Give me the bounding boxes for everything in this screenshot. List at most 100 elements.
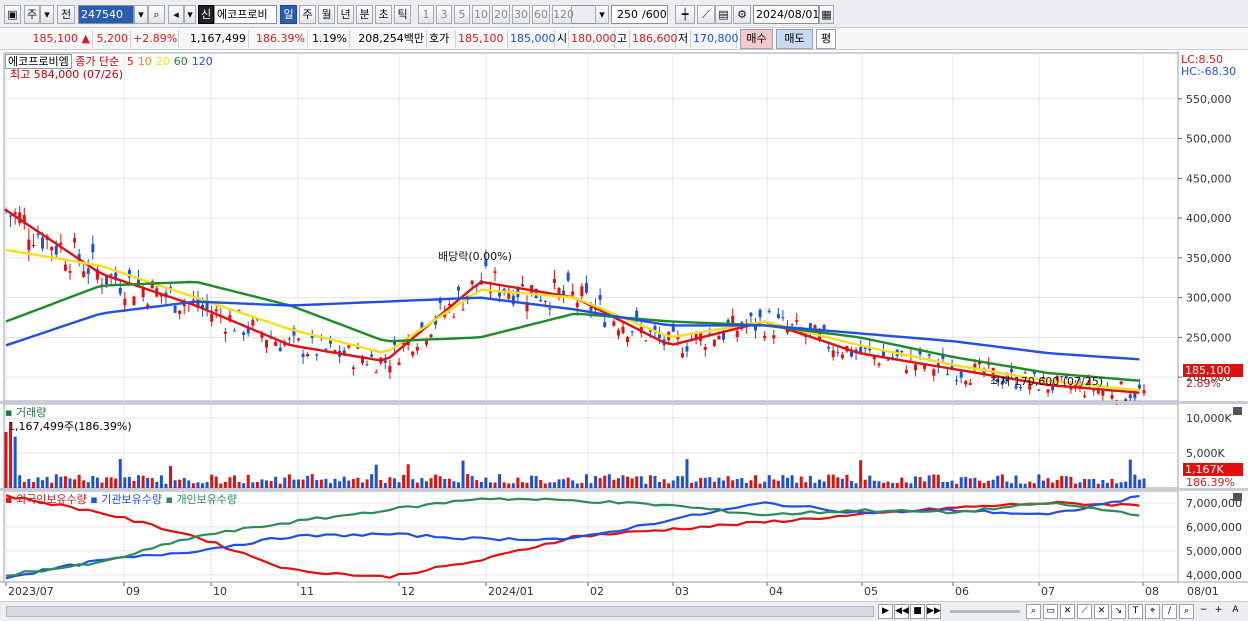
plus-icon[interactable]: + [1211, 604, 1226, 619]
candle-body [1092, 390, 1096, 392]
text-tool-icon[interactable]: T [1128, 604, 1143, 619]
interval-tab-20[interactable]: 20 [492, 5, 510, 24]
scroll-right-icon[interactable]: ▶ [878, 604, 893, 619]
chart-type-icon[interactable]: ⟋ [697, 5, 715, 24]
sell-button[interactable]: 매도 [776, 29, 813, 49]
x-tick-label: 10 [213, 585, 227, 598]
interval-tab-3[interactable]: 3 [436, 5, 452, 24]
volume-bar [466, 474, 470, 488]
period-tab-3[interactable]: 년 [337, 5, 354, 24]
gear-icon[interactable]: ⚙ [733, 5, 751, 24]
search-icon[interactable]: ⌕ [148, 5, 165, 24]
interval-tab-10[interactable]: 10 [472, 5, 490, 24]
candle-body [452, 316, 456, 318]
speaker-icon[interactable]: ◂ [168, 5, 184, 24]
volume-bar [296, 479, 300, 488]
buy-button[interactable]: 매수 [740, 29, 773, 49]
erase-icon[interactable]: ✕ [1094, 604, 1109, 619]
volume-bar [41, 480, 45, 488]
stop-icon[interactable]: ■ [910, 604, 925, 619]
period-tab-1[interactable]: 주 [299, 5, 316, 24]
candle-body [91, 244, 95, 253]
interval-tab-1[interactable]: 1 [418, 5, 434, 24]
period-tab-2[interactable]: 월 [318, 5, 335, 24]
zoom-icon[interactable]: ⌕ [1026, 604, 1041, 619]
volume-bar [488, 482, 492, 488]
volume-bar [845, 474, 849, 488]
volume-bar [328, 483, 332, 488]
volume-bar [415, 482, 419, 488]
volume-bar [196, 482, 200, 488]
volume-bar [827, 474, 831, 488]
font-size-icon[interactable]: A [1228, 604, 1243, 619]
interval-tab-60[interactable]: 60 [532, 5, 550, 24]
volume-bar [763, 481, 767, 488]
volume-bar [1073, 483, 1077, 488]
layout-icon[interactable]: ▣ [4, 5, 21, 24]
date-input[interactable]: 2024/08/01 [753, 5, 819, 24]
draw-icon[interactable]: ⟋ [1077, 604, 1092, 619]
minus-icon[interactable]: − [1196, 604, 1211, 619]
save-icon[interactable]: ▤ [715, 5, 732, 24]
candle-body [296, 338, 300, 341]
candle-icon[interactable]: ┿ [675, 5, 695, 24]
candle-body [827, 346, 831, 349]
speaker-dropdown-icon[interactable]: ▾ [184, 5, 196, 24]
volume-bar [690, 482, 694, 488]
volume-bar [648, 475, 652, 488]
candle-body [566, 272, 570, 281]
window-icon[interactable]: ▭ [1043, 604, 1058, 619]
volume-bar [776, 480, 780, 488]
interval-tab-30[interactable]: 30 [512, 5, 530, 24]
chart-navigation-bar: ▶ ◀◀ ■ ▶▶ ⌕ ▭ ✕ ⟋ ✕ ↘ T ⌖ / ⌕ − + A [0, 601, 1248, 621]
volume-bar [1032, 483, 1036, 488]
cross-icon[interactable]: ✕ [1060, 604, 1075, 619]
volume-bar [850, 480, 854, 488]
candle-body [712, 339, 716, 346]
count-input[interactable]: 250 [611, 5, 641, 24]
volume-bar [964, 476, 968, 488]
x-axis-bg [0, 582, 1248, 601]
candle-body [109, 274, 113, 276]
period-tab-0[interactable]: 일 [280, 5, 297, 24]
period-tab-5[interactable]: 초 [375, 5, 392, 24]
code-dropdown-icon[interactable]: ▾ [134, 5, 148, 24]
zoom-slider[interactable] [950, 610, 1020, 613]
eval-button[interactable]: 평 [816, 29, 836, 49]
volume-bar [959, 477, 963, 488]
volume-bar [164, 483, 168, 488]
volume-bar [872, 480, 876, 488]
volume-bar [671, 480, 675, 488]
volume-bar [859, 460, 863, 488]
rewind-icon[interactable]: ◀◀ [894, 604, 909, 619]
interval-tab-5[interactable]: 5 [454, 5, 470, 24]
volume-bar [137, 475, 141, 488]
horizontal-scrollbar[interactable] [6, 606, 874, 617]
ma-legend-120: 120 [191, 55, 213, 68]
dividend-note: 배당락(0.00%) [438, 250, 512, 263]
pin-icon[interactable]: ⌖ [1145, 604, 1160, 619]
volume-bar [1078, 482, 1082, 488]
candle-body [772, 335, 776, 339]
period-tab-6[interactable]: 틱 [394, 5, 411, 24]
volume-bar [178, 479, 182, 488]
market-select[interactable]: 주 [24, 5, 40, 24]
volume-bar [1060, 475, 1064, 488]
chevron-down-icon[interactable]: ▾ [40, 5, 54, 24]
arrow-tool-icon[interactable]: ↘ [1111, 604, 1126, 619]
prev-button[interactable]: 전 [57, 5, 75, 24]
zoom-out-icon[interactable]: ⌕ [1179, 604, 1194, 619]
stock-chart[interactable]: 2023/07 09 10 11 12 2024/01 02 03 04 05 06 07 08 08/0… [0, 51, 1248, 601]
fast-forward-icon[interactable]: ▶▶ [926, 604, 941, 619]
interval-dropdown-icon[interactable]: ▾ [595, 5, 609, 24]
x-tick-label: 09 [126, 585, 140, 598]
stock-code-input[interactable]: 247540 [78, 5, 134, 24]
volume-bar [662, 479, 666, 488]
candle-body [1137, 384, 1141, 389]
line-tool-icon[interactable]: / [1162, 604, 1177, 619]
candle-body [27, 239, 31, 251]
period-tab-4[interactable]: 분 [356, 5, 373, 24]
candle-body [552, 278, 556, 283]
interval-tab-120[interactable]: 120 [552, 5, 574, 24]
calendar-icon[interactable]: ▦ [819, 5, 834, 24]
